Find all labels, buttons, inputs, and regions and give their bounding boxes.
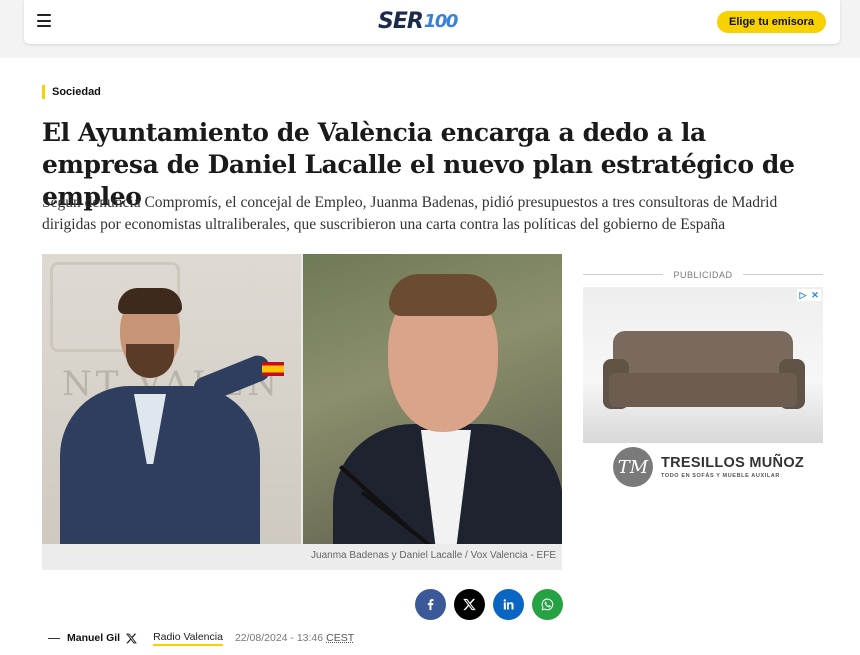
publish-date: 22/08/2024 - 13:46 [234, 632, 324, 644]
whatsapp-icon [541, 598, 554, 611]
brand-tagline: TODO EN SOFÁS Y MUEBLE AUXILAR [661, 473, 780, 479]
photo-caption: Juanma Badenas y Daniel Lacalle / Vox Va… [311, 550, 556, 561]
author-x-icon[interactable] [125, 632, 138, 645]
photo-lacalle [303, 254, 562, 544]
brand-logo-icon: TM [613, 447, 653, 487]
article-photo: NT VALEN Juanma Badenas y Daniel Lacalle… [42, 254, 562, 570]
advertisement[interactable]: ▷ ✕ TM TRESILLOS MUÑOZ TODO EN SOFÁS Y MU… [583, 287, 823, 487]
flag-badge [262, 362, 284, 376]
share-bar [415, 589, 563, 620]
logo-suffix: 100 [423, 10, 459, 32]
share-linkedin-button[interactable] [493, 589, 524, 620]
ad-image[interactable]: ▷ ✕ [583, 287, 823, 443]
article-byline: Manuel Gil Radio Valencia 22/08/2024 - 1… [48, 630, 354, 646]
ad-brand[interactable]: TM TRESILLOS MUÑOZ TODO EN SOFÁS Y MUEBL… [613, 447, 813, 487]
hamburger-icon[interactable] [37, 14, 51, 27]
logo-brand: SER [378, 8, 424, 34]
choose-station-button[interactable]: Elige tu emisora [717, 11, 826, 33]
author-name[interactable]: Manuel Gil [67, 632, 120, 644]
ad-label-row: PUBLICIDAD [583, 268, 823, 282]
facebook-icon [427, 599, 434, 611]
brand-name: TRESILLOS MUÑOZ [661, 455, 805, 471]
share-facebook-button[interactable] [415, 589, 446, 620]
ad-choices-icon[interactable]: ▷ ✕ [797, 289, 821, 301]
share-whatsapp-button[interactable] [532, 589, 563, 620]
share-x-button[interactable] [454, 589, 485, 620]
linkedin-icon [503, 599, 514, 610]
site-logo[interactable]: SER 100 [378, 8, 459, 34]
photo-badenas: NT VALEN [42, 254, 301, 544]
byline-dash [48, 637, 60, 639]
article-subheadline: Según denuncia Compromís, el concejal de… [42, 194, 778, 233]
section-tag[interactable]: Sociedad [42, 85, 101, 99]
station-link[interactable]: Radio Valencia [153, 631, 223, 646]
x-icon [463, 598, 476, 611]
ad-label: PUBLICIDAD [673, 270, 733, 280]
timezone: CEST [326, 632, 355, 644]
site-header: SER 100 Elige tu emisora [24, 0, 840, 44]
